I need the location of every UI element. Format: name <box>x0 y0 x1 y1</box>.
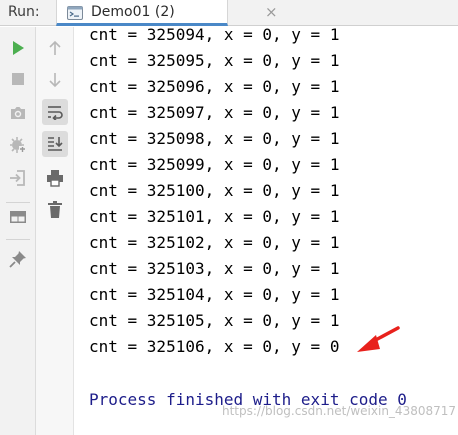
stop-icon[interactable] <box>5 66 31 92</box>
login-icon[interactable] <box>5 165 31 191</box>
console-line: cnt = 325100, x = 0, y = 1 <box>89 181 340 200</box>
layout-icon[interactable] <box>5 204 31 230</box>
print-icon[interactable] <box>42 165 68 191</box>
camera-icon[interactable] <box>5 100 31 126</box>
trash-icon[interactable] <box>42 197 68 223</box>
soft-wrap-icon[interactable] <box>42 99 68 125</box>
console-line: cnt = 325095, x = 0, y = 1 <box>89 51 340 70</box>
annotation-arrow-icon <box>357 326 400 352</box>
tab-title: Demo01 (2) <box>91 4 175 20</box>
console-line: cnt = 325099, x = 0, y = 1 <box>89 155 340 174</box>
left-toolbar <box>0 27 36 435</box>
toolbar-divider <box>6 202 30 203</box>
arrow-up-icon[interactable] <box>42 35 68 61</box>
toolbar-divider <box>6 239 30 240</box>
console-toolbar <box>36 27 74 435</box>
console-line: cnt = 325105, x = 0, y = 1 <box>89 311 340 330</box>
debug-settings-icon[interactable] <box>5 132 31 158</box>
pin-icon[interactable] <box>5 246 31 272</box>
arrow-down-icon[interactable] <box>42 67 68 93</box>
console-output[interactable]: cnt = 325094, x = 0, y = 1 cnt = 325095,… <box>75 27 458 435</box>
console-line: cnt = 325096, x = 0, y = 1 <box>89 77 340 96</box>
console-line: cnt = 325103, x = 0, y = 1 <box>89 259 340 278</box>
run-label: Run: <box>8 4 40 20</box>
tab-demo01[interactable]: Demo01 (2) × <box>56 0 278 26</box>
console-line-last: cnt = 325106, x = 0, y = 0 <box>89 337 340 356</box>
watermark: https://blog.csdn.net/weixin_43808717 <box>222 404 457 418</box>
console-line: cnt = 325098, x = 0, y = 1 <box>89 129 340 148</box>
run-icon[interactable] <box>5 35 31 61</box>
close-icon[interactable]: × <box>265 3 278 21</box>
console-icon <box>67 5 83 20</box>
console-line: cnt = 325094, x = 0, y = 1 <box>89 27 340 44</box>
console-line: cnt = 325104, x = 0, y = 1 <box>89 285 340 304</box>
console-line: cnt = 325102, x = 0, y = 1 <box>89 233 340 252</box>
run-tool-window-header: Run: Demo01 (2) × <box>0 0 458 26</box>
scroll-to-end-icon[interactable] <box>42 131 68 157</box>
console-line: cnt = 325097, x = 0, y = 1 <box>89 103 340 122</box>
console-line: cnt = 325101, x = 0, y = 1 <box>89 207 340 226</box>
